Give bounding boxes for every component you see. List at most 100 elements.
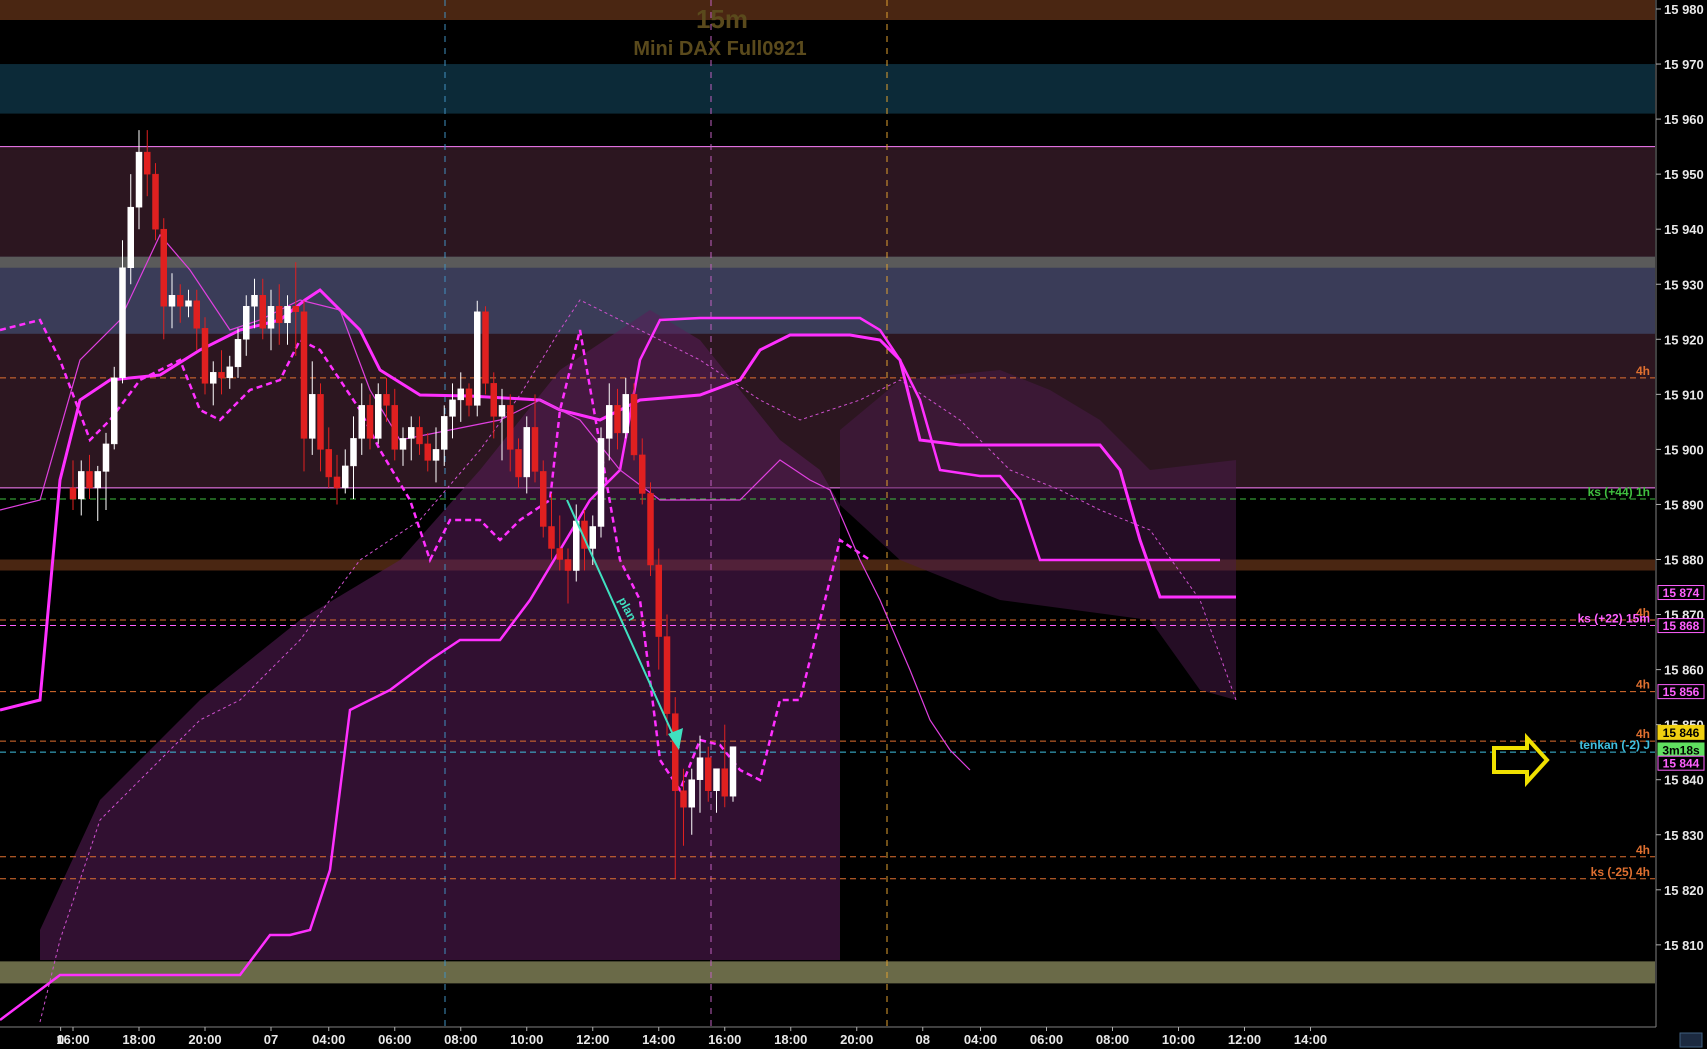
candle-bear — [630, 394, 638, 456]
candle-bear — [152, 173, 159, 230]
candle-bull — [408, 427, 415, 439]
price-tag-label: 15 846 — [1663, 726, 1700, 740]
x-tick-label: 10:00 — [1162, 1032, 1195, 1047]
candle-bull — [243, 306, 250, 340]
candle-bear — [614, 405, 621, 434]
candle-bull — [399, 438, 407, 450]
x-tick-label: 16:00 — [708, 1032, 741, 1047]
candle-bear — [680, 790, 687, 808]
x-tick-label: 12:00 — [1228, 1032, 1261, 1047]
candle-bull — [573, 520, 580, 571]
level-label: tenkan (-2) J — [1579, 738, 1650, 752]
candle-bull — [688, 779, 695, 808]
x-tick-label: 10:00 — [510, 1032, 543, 1047]
candle-bull — [474, 311, 481, 406]
candle-bull — [589, 526, 596, 549]
candle-bull — [432, 449, 440, 461]
candle-bear — [639, 454, 646, 494]
candle-bear — [655, 564, 662, 637]
level-label: ks (+44) 1h — [1588, 485, 1650, 499]
candle-bull — [267, 306, 275, 329]
candle-bull — [127, 206, 134, 268]
level-label: 4h — [1636, 843, 1650, 857]
candle-bear — [276, 306, 283, 324]
candle-bear — [69, 487, 77, 500]
candle-bull — [375, 394, 382, 439]
candle-bear — [317, 394, 324, 450]
candle-bear — [292, 306, 299, 313]
candle-bull — [457, 388, 464, 401]
x-tick-label: 16:00 — [56, 1032, 89, 1047]
candle-bull — [111, 377, 118, 445]
x-tick-label: 07 — [264, 1032, 278, 1047]
candle-bull — [284, 306, 291, 324]
candle-bear — [300, 311, 308, 439]
candle-bull — [94, 471, 101, 489]
x-tick-label: 14:00 — [1294, 1032, 1327, 1047]
level-label: ks (+22) 15m — [1578, 612, 1650, 626]
y-tick-label: 15 860 — [1664, 663, 1704, 678]
x-tick-label: 20:00 — [188, 1032, 221, 1047]
candle-bear — [482, 311, 489, 384]
candle-bull — [210, 372, 217, 384]
candle-bull — [713, 768, 720, 791]
candle-bear — [218, 372, 225, 379]
candle-bear — [366, 405, 374, 439]
candle-bear — [705, 757, 712, 791]
candle-bull — [309, 394, 316, 439]
candle-bull — [251, 295, 258, 307]
y-tick-label: 15 910 — [1664, 387, 1704, 402]
candle-bull — [342, 465, 349, 489]
x-tick-label: 08 — [916, 1032, 930, 1047]
candle-bear — [160, 228, 167, 307]
candle-bear — [564, 559, 572, 571]
candle-bull — [119, 267, 126, 379]
candle-bull — [135, 151, 143, 208]
y-tick-label: 15 840 — [1664, 773, 1704, 788]
zone-band — [0, 64, 1655, 114]
y-tick-label: 15 900 — [1664, 442, 1704, 457]
zone-band — [0, 0, 1655, 21]
candle-bear — [391, 405, 398, 450]
candle-bull — [498, 405, 506, 417]
candle-bear — [548, 526, 555, 549]
candle-bull — [597, 438, 605, 527]
x-tick-label: 18:00 — [774, 1032, 807, 1047]
candle-bull — [78, 471, 85, 500]
candle-bull — [523, 427, 530, 478]
candle-bear — [86, 471, 93, 489]
y-tick-label: 15 830 — [1664, 828, 1704, 843]
price-tag-label: 15 856 — [1663, 685, 1700, 699]
x-tick-label: 20:00 — [840, 1032, 873, 1047]
candle-bull — [226, 366, 233, 379]
candle-bull — [696, 757, 704, 780]
candle-bear — [647, 493, 654, 566]
candle-bear — [531, 427, 539, 472]
y-tick-label: 15 890 — [1664, 497, 1704, 512]
x-tick-label: 06:00 — [378, 1032, 411, 1047]
zoom-corner-icon — [1679, 1032, 1703, 1048]
candle-bear — [556, 548, 563, 560]
level-label: 4h — [1636, 678, 1650, 692]
candlestick-chart: 4h ks (+44) 1h 4h ks (+22) 15m 4h 4h tenkan (-… — [0, 0, 1707, 1049]
candle-bull — [358, 405, 365, 439]
candle-bear — [490, 383, 497, 417]
candle-bull — [449, 399, 456, 417]
y-tick-label: 15 950 — [1664, 167, 1704, 182]
y-tick-label: 15 940 — [1664, 222, 1704, 237]
candle-bear — [325, 449, 332, 478]
candle-bear — [416, 427, 423, 445]
level-label: ks (-25) 4h — [1591, 865, 1650, 879]
x-tick-label: 14:00 — [642, 1032, 675, 1047]
candle-bear — [144, 151, 151, 175]
y-tick-label: 15 960 — [1664, 112, 1704, 127]
candle-bear — [465, 388, 473, 406]
y-tick-label: 15 970 — [1664, 57, 1704, 72]
candle-bull — [606, 405, 613, 439]
y-tick-label: 15 880 — [1664, 553, 1704, 568]
candle-bear — [333, 476, 341, 489]
candle-bear — [672, 713, 679, 791]
candle-bull — [622, 394, 629, 434]
candle-bear — [540, 471, 547, 527]
candle-bull — [729, 746, 737, 797]
